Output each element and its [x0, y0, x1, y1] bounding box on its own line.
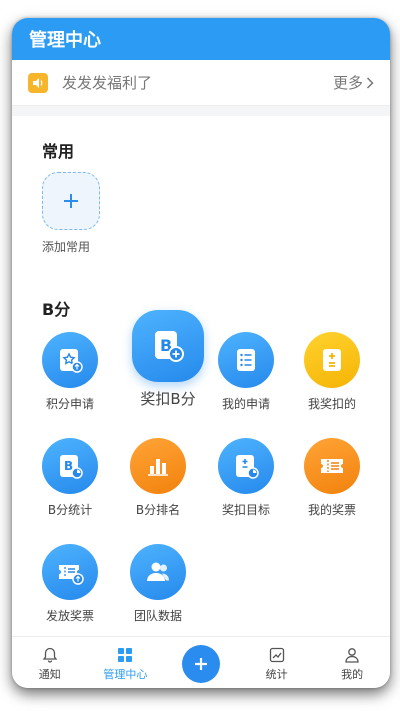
app-my-rewarded[interactable]: 我奖扣的	[292, 332, 372, 412]
app-label: 奖扣B分	[140, 390, 196, 408]
tab-label: 管理中心	[103, 668, 148, 681]
b-chart-icon: B	[42, 438, 98, 494]
grid-icon	[118, 648, 133, 662]
b-plus-icon: B	[132, 310, 204, 382]
app-label: 我的申请	[221, 397, 270, 411]
ticket-icon	[304, 438, 360, 494]
tab-statistics[interactable]: 统计	[239, 637, 315, 688]
app-score-apply[interactable]: 积分申请	[30, 332, 110, 412]
app-bscore-stats[interactable]: B B分统计	[30, 438, 110, 518]
add-common-button[interactable]	[42, 172, 100, 230]
app-team-data[interactable]: 团队数据	[118, 544, 198, 624]
tab-label: 我的	[341, 668, 364, 681]
app-bscore-ranking[interactable]: B分排名	[118, 438, 198, 518]
bell-icon	[42, 647, 58, 663]
plus-minus-icon	[304, 332, 360, 388]
app-label: 我奖扣的	[307, 397, 356, 411]
app-my-apply[interactable]: 我的申请	[206, 332, 286, 412]
tab-notifications[interactable]: 通知	[12, 637, 88, 688]
notice-bar[interactable]: 发发发福利了 更多	[12, 60, 390, 106]
speaker-icon	[28, 72, 48, 93]
plus-icon	[194, 657, 207, 670]
app-issue-tickets[interactable]: 发放奖票	[30, 544, 110, 624]
app-reward-target[interactable]: 奖扣目标	[206, 438, 286, 518]
section-title-bscore: B分	[42, 300, 71, 319]
add-button[interactable]	[181, 644, 220, 683]
plus-icon	[64, 194, 78, 208]
app-label: 团队数据	[133, 609, 182, 623]
app-my-tickets[interactable]: 我的奖票	[292, 438, 372, 518]
app-label: 奖扣目标	[221, 503, 270, 517]
app-label: 积分申请	[45, 397, 94, 411]
section-title-common: 常用	[42, 142, 75, 161]
app-label: 我的奖票	[307, 503, 356, 517]
add-common-label: 添加常用	[42, 240, 91, 254]
main-content: 常用 添加常用 B分 积分申请 B 奖扣B分 我的申请 我奖扣的 B B分统计 …	[12, 116, 390, 636]
star-card-icon	[42, 332, 98, 388]
tab-management-center[interactable]: 管理中心	[88, 637, 164, 688]
notice-text: 发发发福利了	[62, 74, 153, 92]
target-icon	[218, 438, 274, 494]
tab-label: 统计	[265, 668, 288, 681]
tab-mine[interactable]: 我的	[314, 637, 390, 688]
app-label: B分排名	[135, 503, 181, 517]
app-reward-bscore[interactable]: B 奖扣B分	[128, 310, 208, 409]
tab-label: 通知	[38, 668, 61, 681]
header: 管理中心	[12, 18, 390, 60]
more-link[interactable]: 更多	[333, 72, 374, 93]
stats-icon	[269, 647, 284, 663]
phone-frame: 管理中心 发发发福利了 更多 常用 添加常用 B分 积分申请 B 奖扣B分 我的…	[12, 18, 390, 688]
app-label: 发放奖票	[45, 609, 94, 623]
page-title: 管理中心	[29, 30, 101, 51]
team-icon	[130, 544, 186, 600]
tab-add[interactable]	[163, 637, 239, 688]
app-label: B分统计	[47, 503, 93, 517]
list-icon	[218, 332, 274, 388]
user-icon	[345, 648, 359, 663]
bottom-tab-bar: 通知 管理中心 统计 我的	[12, 636, 390, 688]
bar-chart-icon	[130, 438, 186, 494]
chevron-right-icon	[366, 76, 374, 89]
more-label: 更多	[332, 74, 363, 92]
send-ticket-icon	[42, 544, 98, 600]
